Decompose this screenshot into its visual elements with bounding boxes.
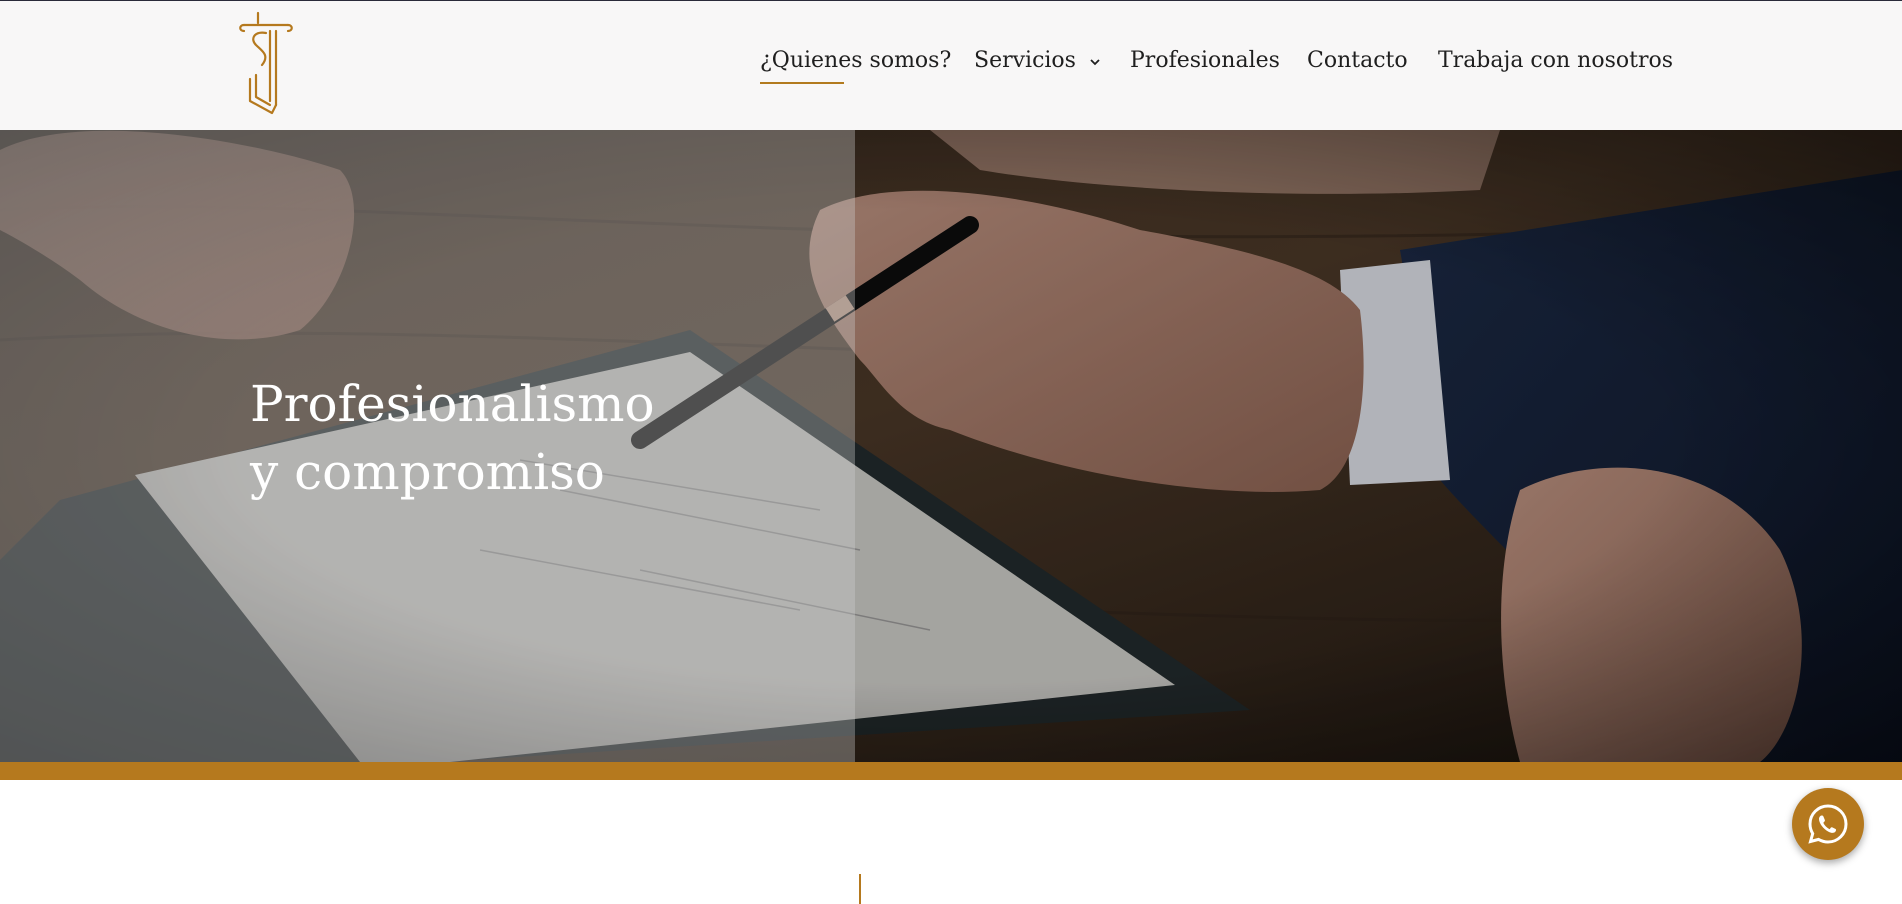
nav-item-label: Profesionales <box>1130 48 1280 73</box>
hero-title-line-1: Profesionalismo <box>250 375 655 433</box>
main-nav: ¿Quienes somos? Servicios Profesionales … <box>0 45 1902 85</box>
nav-item-label: Servicios <box>974 48 1076 73</box>
nav-item-label: ¿Quienes somos? <box>760 48 952 73</box>
chevron-down-icon <box>1089 45 1101 77</box>
hero-title: Profesionalismo y compromiso <box>250 370 810 506</box>
site-header: ¿Quienes somos? Servicios Profesionales … <box>0 0 1902 130</box>
nav-item-contacto[interactable]: Contacto <box>1307 45 1408 77</box>
nav-item-quienes-somos[interactable]: ¿Quienes somos? <box>760 45 952 84</box>
nav-item-trabaja-con-nosotros[interactable]: Trabaja con nosotros <box>1438 45 1673 77</box>
nav-item-label: Trabaja con nosotros <box>1438 48 1674 73</box>
section-divider <box>859 874 861 904</box>
whatsapp-button[interactable] <box>1792 788 1864 860</box>
hero-title-line-2: y compromiso <box>250 443 605 501</box>
nav-item-label: Contacto <box>1307 48 1408 73</box>
nav-item-servicios[interactable]: Servicios <box>974 45 1101 77</box>
hero-banner: Profesionalismo y compromiso <box>0 130 1902 762</box>
whatsapp-icon <box>1808 804 1848 844</box>
nav-item-profesionales[interactable]: Profesionales <box>1130 45 1280 77</box>
hero-accent-strip <box>0 762 1902 780</box>
